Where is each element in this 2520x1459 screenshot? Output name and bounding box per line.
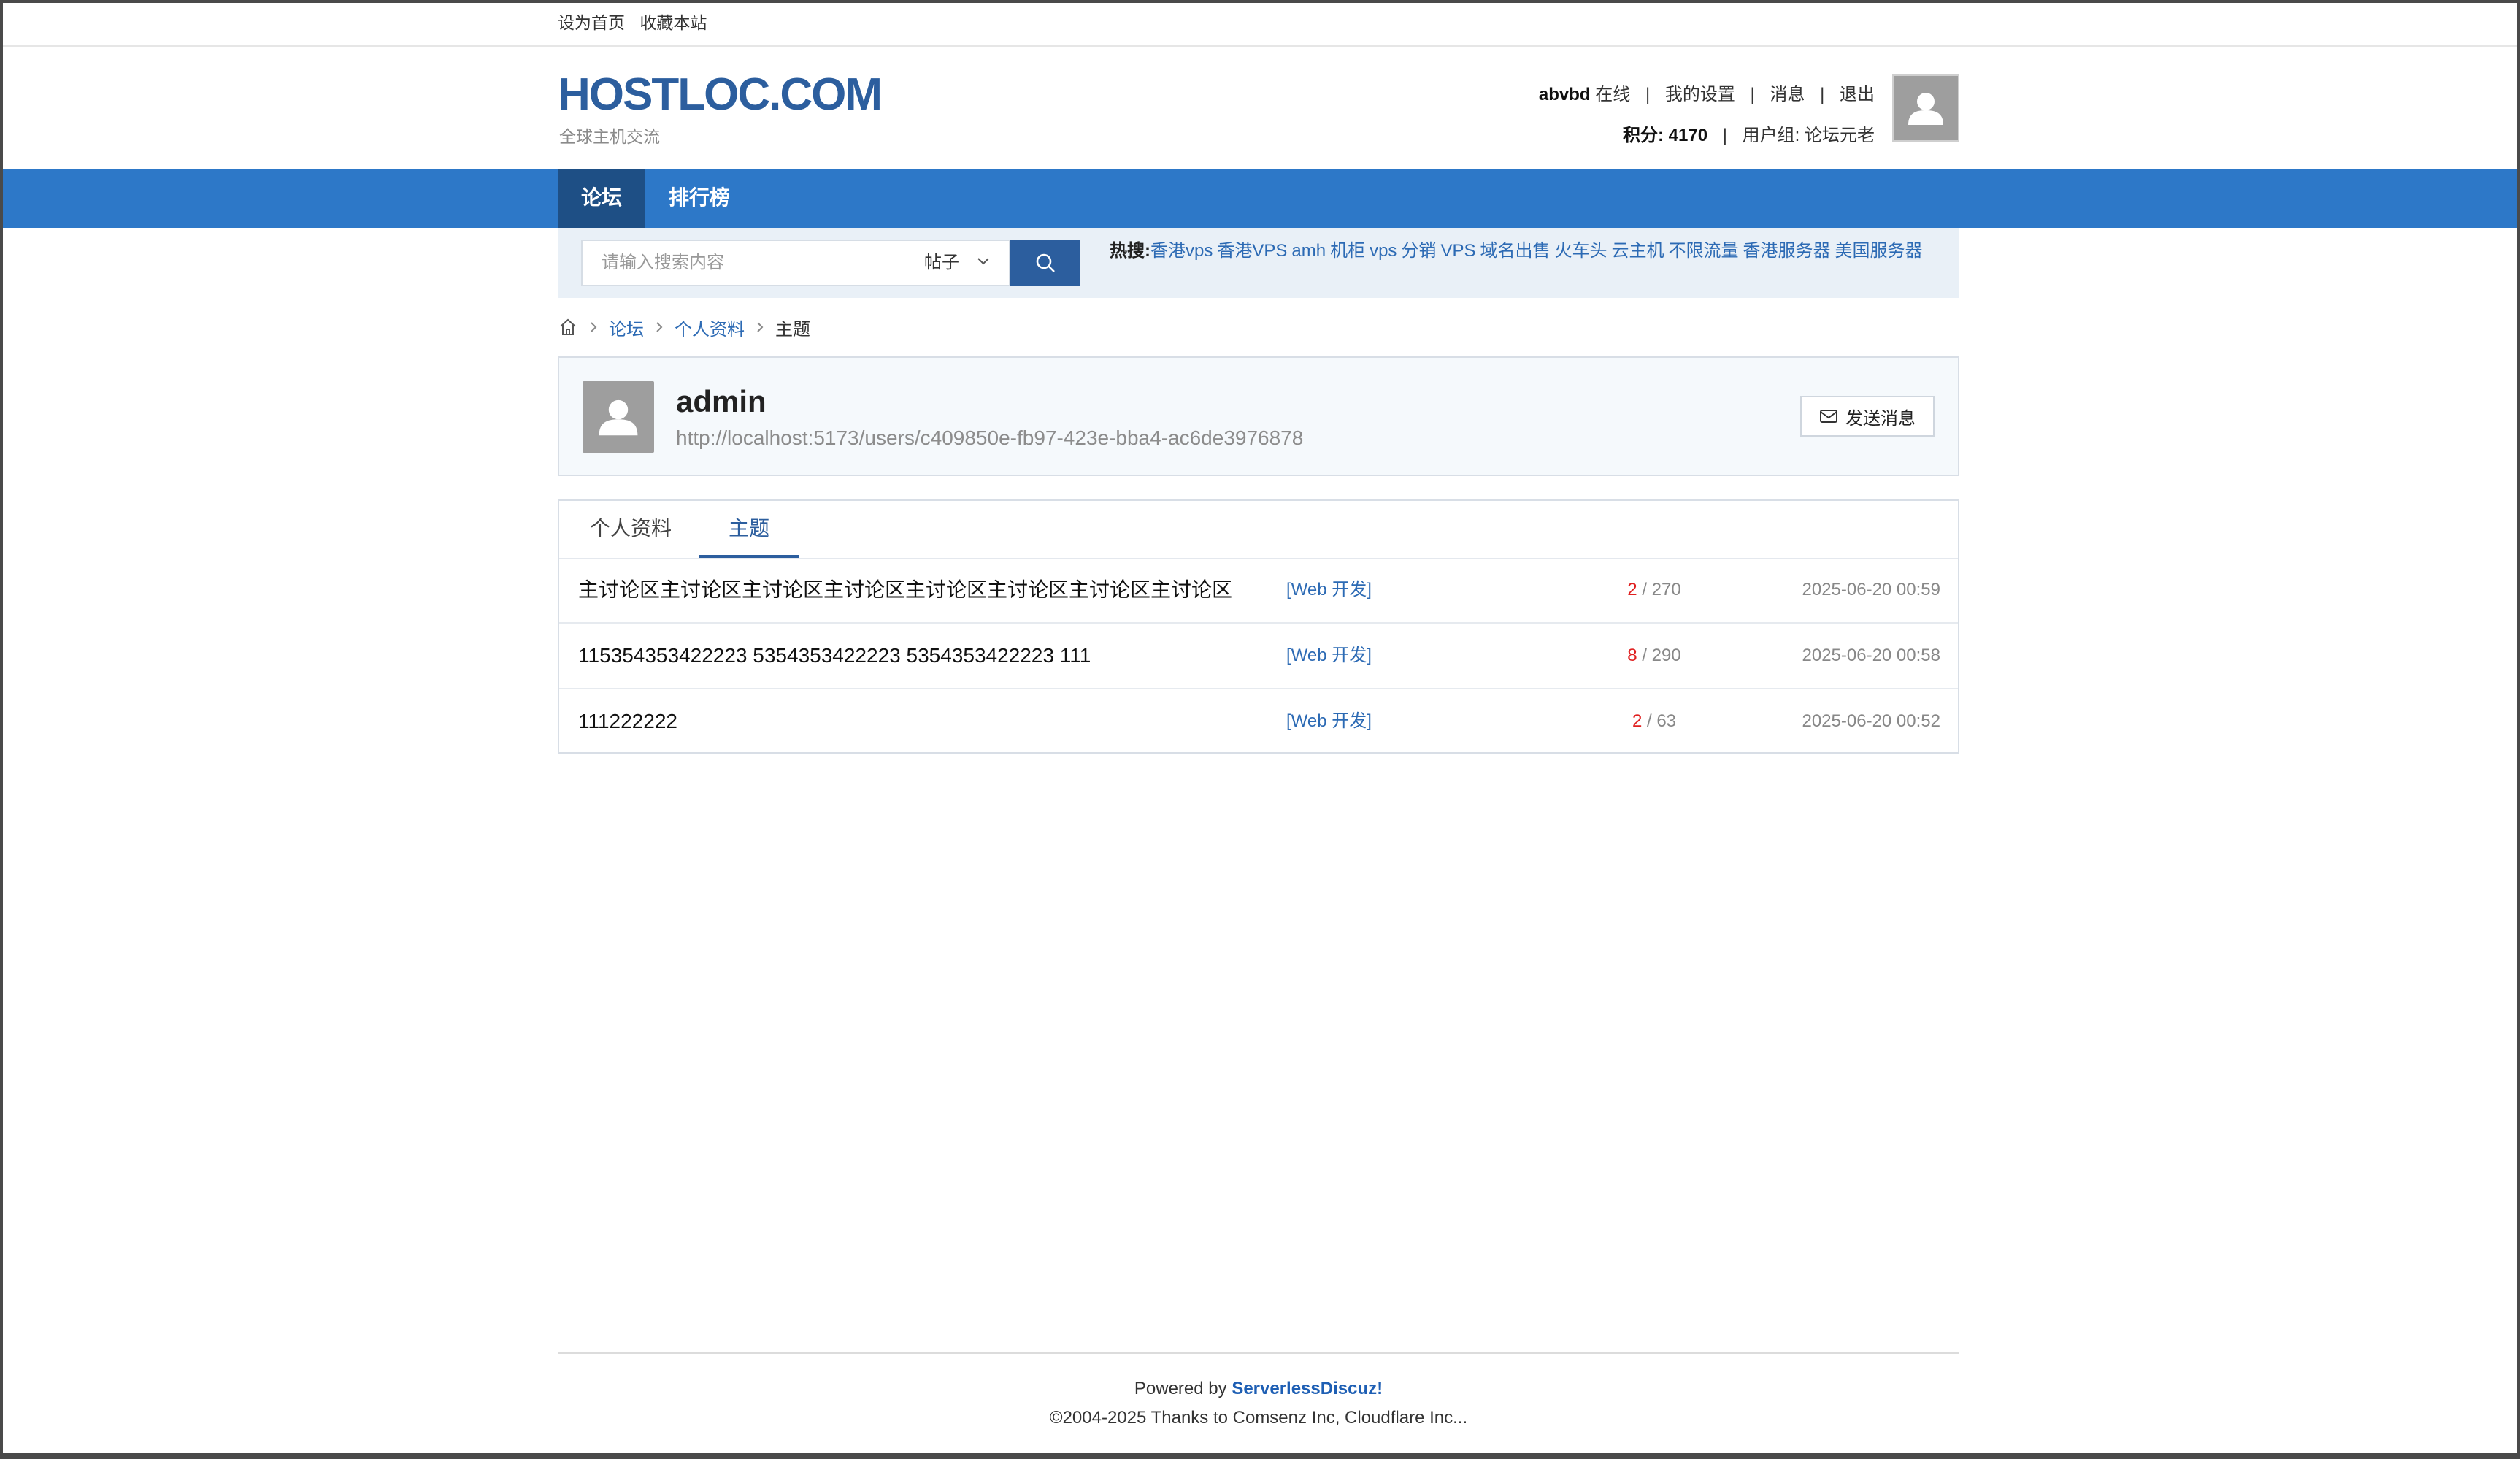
nav-forum[interactable]: 论坛 xyxy=(558,169,646,228)
thread-date: 2025-06-20 00:52 xyxy=(1802,711,1941,731)
thread-row: 115354353422223 5354353422223 5354353422… xyxy=(559,624,1958,689)
footer-powered: Powered by ServerlessDiscuz! xyxy=(558,1379,1959,1399)
hot-search: 热搜:香港vps 香港VPS amh 机柜 vps 分销 VPS 域名出售 火车头 云主机 不限流量… xyxy=(1110,240,1927,263)
thread-title[interactable]: 111222222 xyxy=(578,689,677,754)
view-count: / 290 xyxy=(1642,646,1681,665)
search-input[interactable]: 请输入搜索内容 xyxy=(581,240,908,286)
hot-term[interactable]: amh xyxy=(1291,241,1326,261)
thread-list: 主讨论区主讨论区主讨论区主讨论区主讨论区主讨论区主讨论区主讨论区 [Web 开发… xyxy=(559,558,1958,754)
envelope-icon xyxy=(1820,410,1837,423)
username-link[interactable]: abvbd xyxy=(1539,85,1591,104)
site-logo[interactable]: HOSTLOC.COM xyxy=(558,69,883,120)
view-count: / 63 xyxy=(1647,711,1677,731)
set-homepage-link[interactable]: 设为首页 xyxy=(558,13,625,32)
powered-by-brand-link[interactable]: ServerlessDiscuz! xyxy=(1232,1379,1383,1398)
hot-term[interactable]: 机柜 xyxy=(1330,241,1365,261)
thread-title[interactable]: 115354353422223 5354353422223 5354353422… xyxy=(578,624,1091,688)
bookmark-site-link[interactable]: 收藏本站 xyxy=(639,13,707,32)
chevron-right-icon xyxy=(756,321,764,333)
hot-search-label: 热搜: xyxy=(1110,241,1150,261)
hot-term[interactable]: 域名出售 xyxy=(1480,241,1550,261)
hot-term[interactable]: VPS xyxy=(1440,241,1475,261)
tab-bar: 个人资料 主题 xyxy=(559,501,1958,559)
home-icon[interactable] xyxy=(558,317,578,337)
breadcrumb-profile[interactable]: 个人资料 xyxy=(675,315,745,340)
hot-term[interactable]: 分销 xyxy=(1401,241,1436,261)
hot-term[interactable]: 香港vps xyxy=(1150,241,1213,261)
messages-link[interactable]: 消息 xyxy=(1770,85,1805,104)
thread-date: 2025-06-20 00:59 xyxy=(1802,580,1941,600)
chevron-down-icon xyxy=(977,258,989,265)
top-bar: 设为首页 收藏本站 xyxy=(0,0,2520,47)
footer-divider xyxy=(558,1352,1959,1354)
thread-date: 2025-06-20 00:58 xyxy=(1802,646,1941,665)
nav-ranking[interactable]: 排行榜 xyxy=(645,169,753,228)
view-count: / 270 xyxy=(1642,580,1681,600)
breadcrumb: 论坛 个人资料 主题 xyxy=(558,314,810,340)
hot-term[interactable]: 香港VPS xyxy=(1217,241,1287,261)
profile-avatar xyxy=(583,381,654,453)
send-message-button[interactable]: 发送消息 xyxy=(1800,396,1935,437)
search-type-value: 帖子 xyxy=(924,253,959,272)
tab-threads[interactable]: 主题 xyxy=(699,501,799,558)
search-type-select[interactable]: 帖子 xyxy=(907,240,1010,286)
hot-term[interactable]: 美国服务器 xyxy=(1835,241,1922,261)
profile-url: http://localhost:5173/users/c409850e-fb9… xyxy=(676,426,1304,449)
breadcrumb-current: 主题 xyxy=(775,319,810,340)
footer-copyright: ©2004-2025 Thanks to Comsenz Inc, Cloudf… xyxy=(1049,1408,1468,1428)
site-header: HOSTLOC.COM 全球主机交流 abvbd 在线 | 我的设置 | 消息 … xyxy=(0,47,2520,169)
chevron-right-icon xyxy=(656,321,663,333)
main-nav: 论坛 排行榜 xyxy=(0,169,2520,228)
reply-count: 2 xyxy=(1627,580,1637,600)
powered-by-text: Powered by xyxy=(1134,1379,1227,1398)
user-silhouette-icon xyxy=(1908,93,1943,125)
send-message-label: 发送消息 xyxy=(1845,408,1916,429)
online-status: 在线 xyxy=(1595,85,1631,104)
thread-category[interactable]: [Web 开发] xyxy=(1286,689,1372,754)
thread-stats: 8 / 290 xyxy=(1537,624,1771,688)
user-info: abvbd 在线 | 我的设置 | 消息 | 退出 积分: 4170 | 用户组… xyxy=(1538,85,1875,145)
thread-stats: 2 / 270 xyxy=(1537,558,1771,622)
chevron-right-icon xyxy=(590,321,597,333)
thread-stats: 2 / 63 xyxy=(1537,689,1771,754)
logout-link[interactable]: 退出 xyxy=(1840,85,1875,104)
profile-name: admin xyxy=(676,384,767,418)
points-value: 积分: 4170 xyxy=(1623,126,1708,145)
user-group: 用户组: 论坛元老 xyxy=(1742,126,1875,145)
hot-term[interactable]: vps xyxy=(1370,241,1397,261)
search-button[interactable] xyxy=(1010,240,1080,286)
hot-term[interactable]: 香港服务器 xyxy=(1743,241,1830,261)
thread-category[interactable]: [Web 开发] xyxy=(1286,558,1372,622)
hot-term[interactable]: 云主机 xyxy=(1611,241,1664,261)
thread-row: 111222222 [Web 开发] 2 / 63 2025-06-20 00:… xyxy=(559,689,1958,754)
user-silhouette-icon xyxy=(599,399,638,436)
hot-term[interactable]: 不限流量 xyxy=(1668,241,1738,261)
site-tagline: 全球主机交流 xyxy=(559,127,660,146)
thread-title[interactable]: 主讨论区主讨论区主讨论区主讨论区主讨论区主讨论区主讨论区主讨论区 xyxy=(578,558,1232,622)
hot-term[interactable]: 火车头 xyxy=(1554,241,1607,261)
search-bar: 请输入搜索内容 帖子 热搜:香港vps 香港VPS amh 机柜 vps 分销 VPS 域名出… xyxy=(558,228,1959,298)
breadcrumb-forum[interactable]: 论坛 xyxy=(609,315,644,340)
thread-category[interactable]: [Web 开发] xyxy=(1286,624,1372,688)
thread-row: 主讨论区主讨论区主讨论区主讨论区主讨论区主讨论区主讨论区主讨论区 [Web 开发… xyxy=(559,558,1958,624)
tab-profile[interactable]: 个人资料 xyxy=(590,501,672,556)
profile-panel: 个人资料 主题 主讨论区主讨论区主讨论区主讨论区主讨论区主讨论区主讨论区主讨论区… xyxy=(558,499,1959,754)
reply-count: 8 xyxy=(1627,646,1637,665)
profile-card: admin http://localhost:5173/users/c40985… xyxy=(558,356,1959,476)
reply-count: 2 xyxy=(1632,711,1643,731)
search-icon xyxy=(1036,253,1055,272)
header-avatar[interactable] xyxy=(1892,74,1959,142)
my-settings-link[interactable]: 我的设置 xyxy=(1665,85,1735,104)
